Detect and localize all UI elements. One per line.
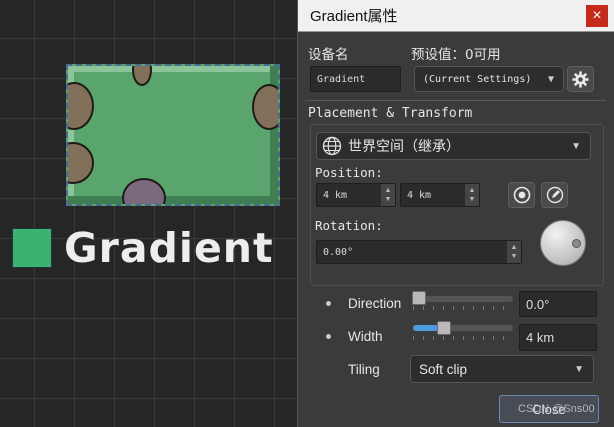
globe-icon [322, 136, 342, 156]
node-blob-right [252, 84, 278, 130]
rotation-stepper[interactable]: ▲ ▼ [507, 241, 521, 263]
width-keyframe-dot[interactable] [326, 334, 331, 339]
section-title: Placement & Transform [308, 106, 473, 121]
direction-label: Direction [348, 296, 402, 311]
direction-slider-thumb[interactable] [412, 291, 426, 305]
stepper-up-icon[interactable]: ▲ [469, 186, 476, 195]
stepper-down-icon[interactable]: ▼ [385, 195, 392, 204]
watermark-text: CSDN @Sns00 [518, 403, 595, 415]
preset-label: 预设值：0可用 [411, 47, 501, 63]
tiling-label: Tiling [348, 362, 380, 377]
node-blob-left-lower [68, 142, 94, 184]
node-blob-left-upper [68, 82, 94, 130]
edit-position-button[interactable] [541, 182, 568, 208]
position-y-stepper[interactable]: ▲ ▼ [465, 184, 479, 206]
space-select[interactable]: 世界空间（继承） ▼ [316, 132, 591, 160]
device-name-field[interactable]: Gradient [310, 66, 401, 92]
window-close-icon[interactable]: × [586, 5, 608, 27]
node-label: Gradient [64, 223, 274, 272]
device-name-label: 设备名 [308, 47, 349, 63]
space-select-value: 世界空间（继承） [348, 139, 460, 155]
rotation-field[interactable]: 0.00° [316, 240, 522, 264]
rotation-knob-indicator [572, 239, 581, 248]
width-label: Width [348, 329, 383, 344]
tiling-select-value: Soft clip [419, 361, 468, 377]
target-icon [513, 186, 530, 204]
position-label: Position: [315, 165, 383, 180]
pick-position-button[interactable] [508, 182, 535, 208]
direction-keyframe-dot[interactable] [326, 301, 331, 306]
node-caption: Gradient [12, 223, 274, 273]
chevron-down-icon: ▼ [547, 73, 554, 85]
rotation-knob[interactable] [540, 220, 586, 266]
dialog-title: Gradient属性 [310, 8, 398, 25]
width-slider-ticks [413, 336, 513, 340]
stepper-up-icon[interactable]: ▲ [385, 186, 392, 195]
node-blob-top [132, 66, 152, 86]
preset-select[interactable]: (Current Settings) ▼ [414, 66, 564, 92]
gradient-node-preview[interactable] [66, 64, 280, 206]
preset-select-value: (Current Settings) [423, 73, 532, 85]
width-field[interactable]: 4 km [519, 324, 597, 351]
gear-icon [572, 70, 589, 88]
position-x-stepper[interactable]: ▲ ▼ [381, 184, 395, 206]
preset-settings-button[interactable] [567, 66, 594, 92]
rotation-label: Rotation: [315, 218, 383, 233]
stepper-down-icon[interactable]: ▼ [511, 252, 518, 261]
dialog-titlebar[interactable]: Gradient属性 [298, 0, 614, 32]
node-blob-bottom [122, 178, 166, 204]
chevron-down-icon: ▼ [574, 363, 584, 375]
stepper-up-icon[interactable]: ▲ [511, 243, 518, 252]
tiling-select[interactable]: Soft clip ▼ [410, 355, 594, 383]
width-slider-thumb[interactable] [437, 321, 451, 335]
direction-field[interactable]: 0.0° [519, 291, 597, 317]
direction-slider-ticks [413, 306, 513, 310]
direction-slider-track[interactable] [413, 296, 513, 302]
edit-pen-icon [546, 186, 563, 204]
header-divider [305, 100, 606, 101]
stepper-down-icon[interactable]: ▼ [469, 195, 476, 204]
chevron-down-icon: ▼ [571, 140, 581, 152]
node-color-swatch [12, 228, 52, 268]
